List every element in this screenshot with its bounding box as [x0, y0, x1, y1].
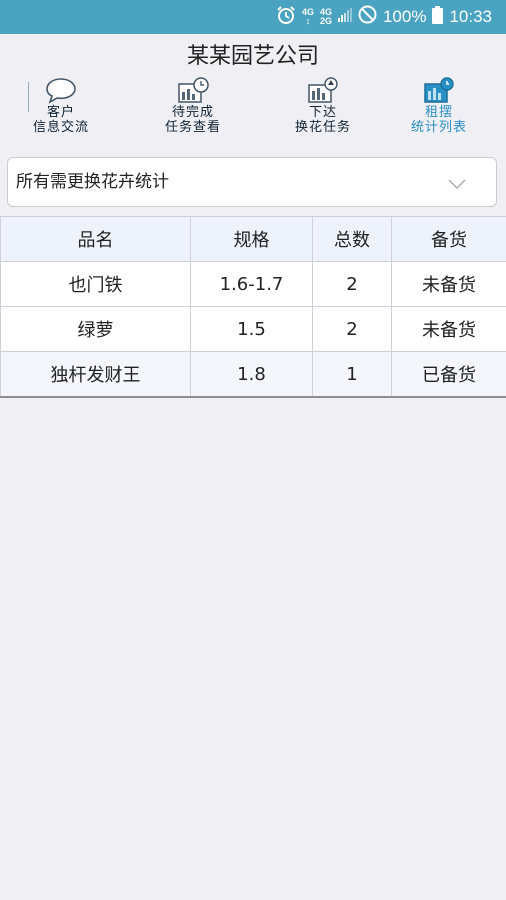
battery-icon: [432, 5, 444, 29]
column-header-spec: 规格: [190, 216, 313, 262]
battery-percent: 100%: [382, 7, 427, 26]
nav-label-line2: 信息交流: [32, 120, 89, 135]
cell-spec: 1.6-1.7: [190, 261, 313, 307]
column-header-total: 总数: [312, 216, 392, 262]
signal-bars-icon: [337, 7, 352, 27]
nav-label-line1: 下达: [308, 105, 337, 120]
cell-spec: 1.5: [190, 306, 313, 352]
nav-label-line2: 任务查看: [164, 120, 221, 135]
cell-name: 独杆发财王: [0, 351, 191, 398]
cell-spec: 1.8: [190, 351, 313, 398]
stats-list-icon: [384, 76, 494, 104]
column-header-name: 品名: [0, 216, 191, 262]
cell-stock: 未备货: [391, 306, 506, 352]
status-icons: 4G ↕ 4G 2G 100% 10:33: [276, 0, 492, 34]
do-not-disturb-icon: [358, 5, 377, 29]
stats-table: 品名 规格 总数 备货 也门铁 1.6-1.7 2 未备货 绿萝 1.5 2 未…: [0, 216, 506, 398]
column-header-stock: 备货: [391, 216, 506, 262]
nav-label-line2: 换花任务: [294, 120, 351, 135]
filter-selected-value: 所有需更换花卉统计: [16, 172, 169, 192]
top-nav: 客户 信息交流 待完成 任务查看 下达 换花任务 租摆 统计列表: [0, 76, 506, 142]
cell-stock: 已备货: [391, 351, 506, 398]
nav-label-line1: 租摆: [424, 105, 453, 120]
nav-issue-replacement-task[interactable]: 下达 换花任务: [268, 76, 378, 135]
cell-total: 1: [312, 351, 392, 398]
chart-upload-icon: [268, 76, 378, 104]
nav-rental-stats-list[interactable]: 租摆 统计列表: [384, 76, 494, 135]
alarm-clock-icon: [276, 5, 296, 30]
cell-stock: 未备货: [391, 261, 506, 307]
cell-name: 也门铁: [0, 261, 191, 307]
network-4g-2g-indicator: 4G 2G: [319, 7, 332, 26]
cell-name: 绿萝: [0, 306, 191, 352]
clock-time: 10:33: [449, 7, 492, 26]
chevron-down-icon: [448, 175, 466, 194]
chat-bubble-icon: [6, 76, 116, 104]
table-row[interactable]: 绿萝 1.5 2 未备货: [0, 306, 506, 352]
nav-customer-communication[interactable]: 客户 信息交流: [6, 76, 116, 135]
table-row[interactable]: 也门铁 1.6-1.7 2 未备货: [0, 261, 506, 307]
table-header-row: 品名 规格 总数 备货: [0, 216, 506, 262]
status-bar: 4G ↕ 4G 2G 100% 10:33: [0, 0, 506, 34]
cell-total: 2: [312, 306, 392, 352]
network-4g-indicator: 4G ↕: [301, 7, 314, 26]
nav-label-line1: 待完成: [171, 105, 214, 120]
nav-label-line2: 统计列表: [410, 120, 467, 135]
cell-total: 2: [312, 261, 392, 307]
nav-pending-tasks[interactable]: 待完成 任务查看: [138, 76, 248, 135]
table-row[interactable]: 独杆发财王 1.8 1 已备货: [0, 351, 506, 398]
clock-chart-icon: [138, 76, 248, 104]
statistics-filter-select[interactable]: 所有需更换花卉统计: [7, 157, 497, 207]
nav-label-line1: 客户: [46, 105, 75, 120]
page-title: 某某园艺公司: [186, 44, 319, 69]
